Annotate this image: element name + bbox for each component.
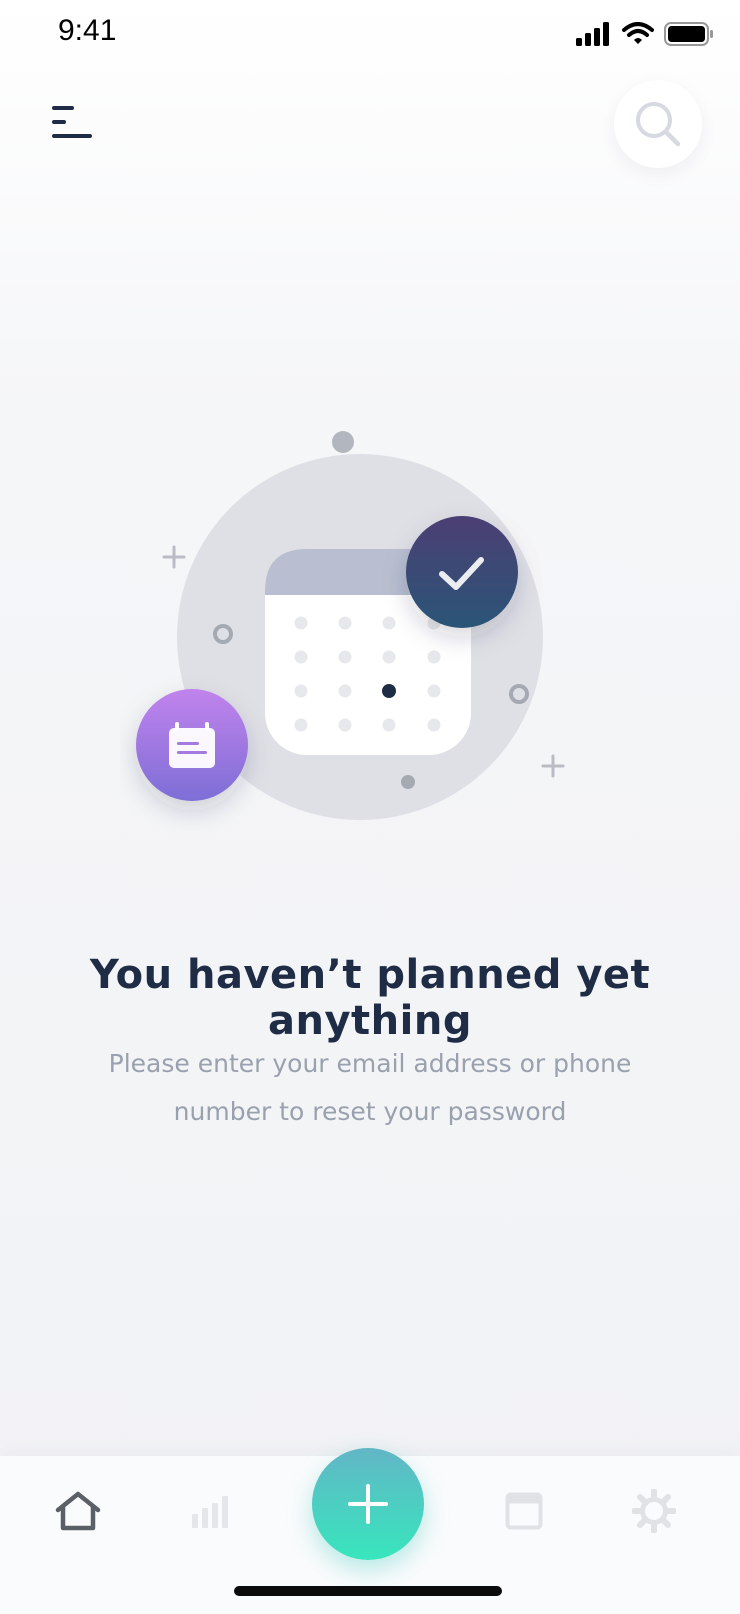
empty-state-illustration (120, 415, 600, 835)
calendar-window-icon (505, 1492, 543, 1530)
gear-icon (632, 1489, 676, 1533)
status-bar: 9:41 (0, 0, 740, 70)
home-icon (55, 1491, 101, 1531)
check-badge-icon (406, 516, 518, 628)
search-button[interactable] (614, 80, 702, 168)
battery-icon (664, 22, 713, 46)
search-icon (636, 102, 681, 147)
empty-state-subtitle: Please enter your email address or phone… (108, 1049, 632, 1126)
note-icon (169, 722, 215, 768)
calendar-illustration (136, 431, 565, 820)
bar-chart-icon (192, 1496, 228, 1528)
wifi-icon (622, 22, 654, 44)
selected-day-dot (382, 684, 396, 698)
empty-state-title: You haven’t planned yet anything (89, 952, 651, 1044)
tab-stats[interactable] (180, 1481, 240, 1541)
menu-button[interactable] (46, 100, 98, 144)
cellular-signal-icon (576, 22, 609, 46)
hamburger-menu-icon (52, 106, 92, 138)
plus-decoration (541, 754, 565, 778)
tab-settings[interactable] (624, 1481, 684, 1541)
home-indicator (234, 1586, 502, 1596)
dot-decoration (401, 775, 415, 789)
plus-decoration (162, 545, 186, 569)
plus-icon (348, 1484, 388, 1524)
tab-home[interactable] (48, 1481, 108, 1541)
status-icons (576, 22, 714, 46)
status-time: 9:41 (58, 14, 117, 47)
tab-calendar[interactable] (494, 1481, 554, 1541)
add-button[interactable] (312, 1448, 424, 1560)
dot-decoration (332, 431, 354, 453)
